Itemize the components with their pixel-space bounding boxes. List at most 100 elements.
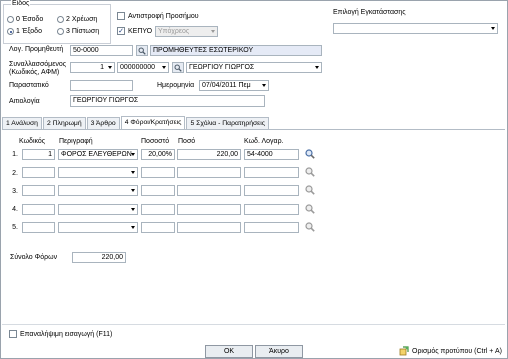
tab-bar: 1 Ανάλυση 2 Πληρωμή 3 Άρθρο 4 Φόροι/Κρατ… (2, 116, 270, 129)
tax-account-input[interactable] (244, 222, 299, 233)
repeat-entry-checkbox[interactable]: Επαναλήψιμη εισαγωγή (F11) (9, 330, 112, 338)
magnifier-icon[interactable] (305, 149, 315, 159)
col-header-code: Κωδικός (19, 138, 46, 145)
row-number: 3. (12, 188, 18, 195)
tax-percent-input[interactable] (141, 167, 175, 178)
counterparty-sublabel: (Κωδικός, ΑΦΜ) (9, 69, 60, 76)
chevron-down-icon (315, 66, 319, 69)
date-picker[interactable]: 07/04/2011 Πεμ (199, 80, 269, 91)
chevron-down-icon (131, 208, 135, 211)
reverse-sign-checkbox[interactable]: Αντιστροφή Προσήμου (117, 12, 199, 20)
tab-taxes[interactable]: 4 Φόροι/Κρατήσεις (120, 116, 186, 129)
kepyo-checkbox[interactable]: ✓ ΚΕΠΥΟ (117, 27, 152, 35)
installation-select[interactable] (333, 23, 498, 34)
kepyo-label: ΚΕΠΥΟ (128, 27, 153, 35)
tax-amount-input[interactable] (177, 222, 241, 233)
chevron-down-icon (131, 171, 135, 174)
chevron-down-icon (211, 30, 215, 33)
radio-debit-dot[interactable] (57, 16, 64, 23)
radio-income[interactable]: 0 Έσοδο (7, 16, 43, 23)
tax-amount-input[interactable] (177, 204, 241, 215)
counterparty-name-value: ΓΕΩΡΓΙΟΥ ΓΙΩΡΓΟΣ (189, 64, 255, 71)
supplier-lookup-button[interactable] (136, 45, 148, 56)
chevron-down-icon (491, 27, 495, 30)
tax-description-select[interactable] (58, 204, 138, 215)
tax-percent-input[interactable] (141, 222, 175, 233)
tab-comments[interactable]: 5 Σχόλια - Παρατηρήσεις (186, 117, 269, 129)
reverse-sign-box[interactable] (117, 12, 125, 20)
tax-account-input[interactable] (244, 167, 299, 178)
tax-account-input[interactable] (244, 185, 299, 196)
reverse-sign-label: Αντιστροφή Προσήμου (128, 12, 199, 20)
tab-payment[interactable]: 2 Πληρωμή (42, 117, 86, 129)
define-template-link[interactable]: Ορισμός προτύπου (Ctrl + A) (399, 346, 502, 356)
tax-amount-input[interactable] (177, 185, 241, 196)
date-value: 07/04/2011 Πεμ (202, 82, 251, 89)
radio-credit[interactable]: 3 Πίστωση (57, 28, 99, 35)
chevron-down-icon (131, 189, 135, 192)
magnifier-icon (174, 64, 182, 72)
tax-code-input[interactable] (22, 185, 55, 196)
repeat-entry-label: Επαναλήψιμη εισαγωγή (F11) (20, 330, 113, 338)
chevron-down-icon (131, 226, 135, 229)
tax-description-select[interactable] (58, 167, 138, 178)
reason-input[interactable]: ΓΕΩΡΓΙΟΥ ΓΙΩΡΓΟΣ (70, 95, 265, 107)
tax-code-input[interactable] (22, 167, 55, 178)
ok-button[interactable]: OK (205, 345, 253, 358)
magnifier-icon (138, 47, 146, 55)
chevron-down-icon (131, 153, 135, 156)
tax-code-input[interactable] (22, 222, 55, 233)
type-group (3, 4, 111, 44)
tax-code-input[interactable] (22, 204, 55, 215)
tax-description-select[interactable] (58, 222, 138, 233)
footer-divider (2, 324, 505, 325)
magnifier-icon[interactable] (305, 185, 315, 195)
radio-expense[interactable]: 1 Έξοδο (7, 28, 42, 35)
magnifier-icon[interactable] (305, 204, 315, 214)
document-input[interactable] (70, 80, 133, 91)
tab-analysis[interactable]: 1 Ανάλυση (2, 117, 42, 129)
radio-debit-label: 2 Χρέωση (66, 16, 98, 23)
col-header-account: Κωδ. Λογαρ. (244, 138, 284, 145)
radio-income-dot[interactable] (7, 16, 14, 23)
tax-account-input[interactable]: 54-4000 (244, 149, 299, 160)
col-header-percent: Ποσοστό (141, 138, 170, 145)
chevron-down-icon (162, 66, 166, 69)
tab-article[interactable]: 3 Άρθρο (86, 117, 120, 129)
row-number: 5. (12, 224, 18, 231)
tax-percent-input[interactable]: 20,00% (141, 149, 175, 160)
counterparty-name-select[interactable]: ΓΕΩΡΓΙΟΥ ΓΙΩΡΓΟΣ (186, 62, 322, 73)
radio-credit-dot[interactable] (57, 28, 64, 35)
date-label: Ημερομηνία (157, 82, 195, 89)
radio-debit[interactable]: 2 Χρέωση (57, 16, 97, 23)
kepyo-box[interactable]: ✓ (117, 27, 125, 35)
tax-percent-input[interactable] (141, 185, 175, 196)
tax-description-value: ΦΟΡΟΣ ΕΛΕΥΘΕΡΩΝ (61, 151, 132, 158)
radio-income-label: 0 Έσοδο (16, 16, 44, 23)
tax-description-select[interactable]: ΦΟΡΟΣ ΕΛΕΥΘΕΡΩΝ (58, 149, 138, 160)
define-template-label: Ορισμός προτύπου (Ctrl + A) (412, 347, 502, 355)
counterparty-lookup-button[interactable] (172, 62, 184, 73)
cancel-button[interactable]: Άκυρο (255, 345, 303, 358)
supplier-code-input[interactable]: 50-0000 (70, 45, 133, 56)
magnifier-icon[interactable] (305, 222, 315, 232)
counterparty-code-select[interactable]: 1 (70, 62, 115, 73)
chevron-down-icon (108, 66, 112, 69)
radio-credit-label: 3 Πίστωση (66, 28, 100, 35)
repeat-entry-box[interactable] (9, 330, 17, 338)
kepyo-select[interactable]: Υπόχρεος (155, 26, 218, 37)
tax-amount-input[interactable]: 220,00 (177, 149, 241, 160)
col-header-amount: Ποσό (178, 138, 196, 145)
tax-amount-input[interactable] (177, 167, 241, 178)
tax-description-select[interactable] (58, 185, 138, 196)
counterparty-afm-value: 000000000 (120, 64, 156, 71)
tax-code-input[interactable]: 1 (22, 149, 55, 160)
counterparty-label: Συναλλασσόμενος (9, 61, 67, 68)
magnifier-icon[interactable] (305, 167, 315, 177)
tax-percent-input[interactable] (141, 204, 175, 215)
counterparty-afm-select[interactable]: 000000000 (117, 62, 169, 73)
counterparty-code-value: 1 (100, 64, 104, 71)
installation-label: Επιλογή Εγκατάστασης (333, 9, 406, 16)
tax-account-input[interactable] (244, 204, 299, 215)
radio-expense-dot[interactable] (7, 28, 14, 35)
